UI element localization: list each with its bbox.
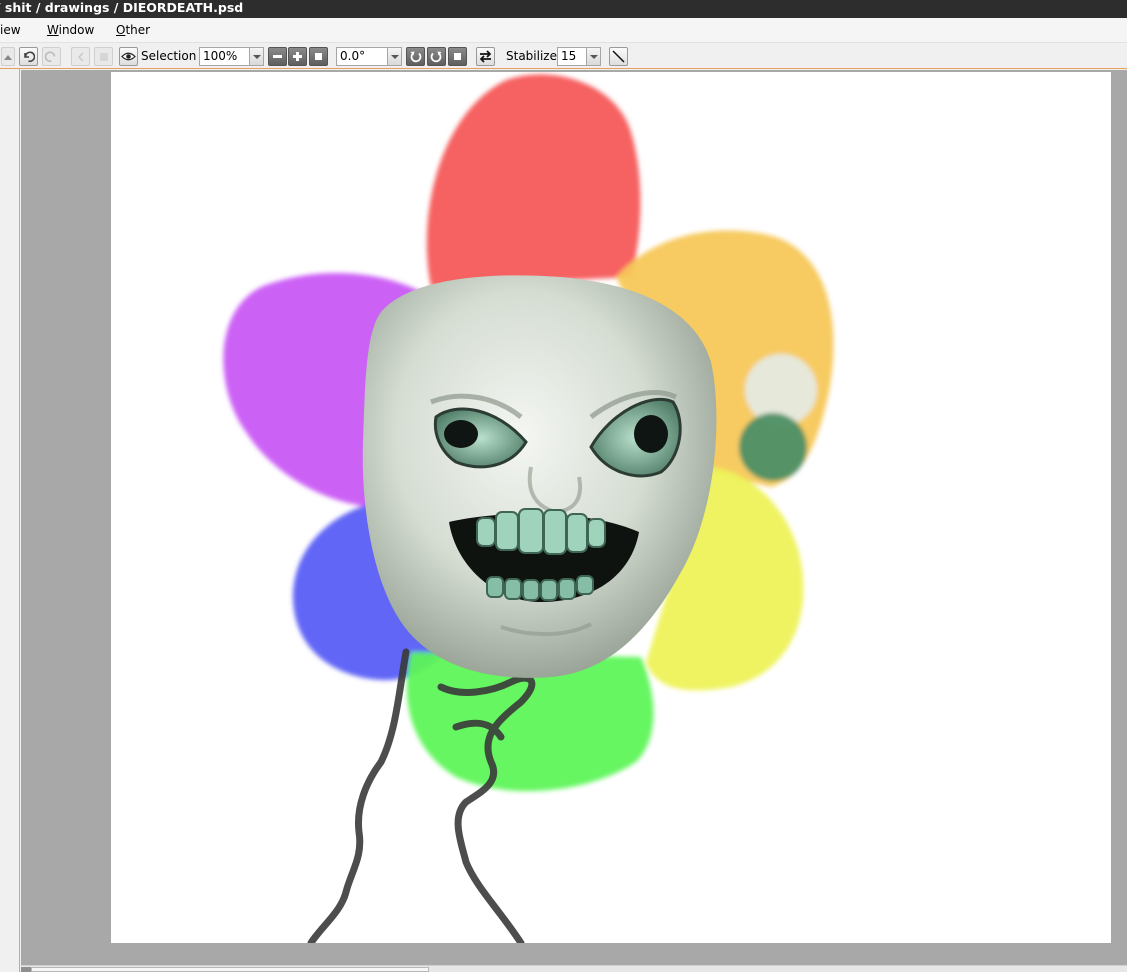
stabilizer-label: Stabilizer [506,49,562,63]
prev-button[interactable] [71,47,90,66]
chevron-down-icon[interactable] [387,48,401,65]
rotate-right-icon [430,51,442,63]
zoom-reset-button[interactable] [309,47,328,66]
eye-icon [121,52,136,61]
menu-bar: iew Window Other [0,18,1127,43]
orange-petal-dark-spot [739,413,807,481]
pupil-right [634,415,668,453]
line-tool-button[interactable] [609,47,628,66]
rotate-right-button[interactable] [427,47,446,66]
pupil-left [444,420,478,448]
plus-icon [293,52,302,61]
reset-rotation-icon [454,53,461,60]
next-icon [99,52,108,61]
zoom-out-button[interactable] [268,47,287,66]
selection-visibility-button[interactable] [119,47,138,66]
menu-other[interactable]: Other [116,23,150,37]
stabilizer-combo[interactable]: 15 [557,47,601,66]
scroll-up-icon [4,54,12,60]
rotation-value: 0.0° [340,49,366,63]
zoom-in-button[interactable] [288,47,307,66]
redo-icon [45,51,56,63]
window-title: / shit / drawings / DIEORDEATH.psd [0,0,244,15]
reset-icon [315,53,322,60]
menu-window-rest: indow [58,23,95,37]
petal-red [426,74,641,287]
rotation-reset-button[interactable] [448,47,467,66]
undo-icon [24,51,35,63]
zoom-combo[interactable]: 100% [199,47,264,66]
stabilizer-value: 15 [561,49,577,63]
rotate-left-button[interactable] [406,47,425,66]
rotate-left-icon [410,51,422,63]
drawing-canvas[interactable] [111,72,1111,943]
line-icon [612,50,625,63]
next-button[interactable] [94,47,113,66]
rotation-combo[interactable]: 0.0° [336,47,402,66]
title-bar: / shit / drawings / DIEORDEATH.psd [0,0,1127,18]
minus-icon [273,55,282,58]
teeth-upper [476,508,606,555]
flip-icon [479,50,492,63]
menu-window-key: W [47,23,59,37]
chevron-down-icon[interactable] [586,48,600,65]
scroll-up-button[interactable] [1,47,15,66]
zoom-value: 100% [203,49,238,63]
prev-icon [77,51,84,62]
menu-other-rest: ther [125,23,151,37]
horizontal-scrollbar[interactable] [21,965,1127,972]
flip-button[interactable] [476,47,495,66]
stem-left [307,648,410,943]
selection-label: Selection [141,49,197,63]
chevron-down-icon[interactable] [249,48,263,65]
menu-window[interactable]: Window [47,23,94,37]
undo-button[interactable] [19,47,38,66]
toolbar: Selection 100% 0.0° Stabilizer 15 [0,44,1127,69]
artwork [223,74,834,943]
scrollbar-thumb[interactable] [31,967,429,972]
left-panel-strip [0,69,20,972]
redo-button[interactable] [42,47,61,66]
menu-view[interactable]: iew [0,23,21,37]
